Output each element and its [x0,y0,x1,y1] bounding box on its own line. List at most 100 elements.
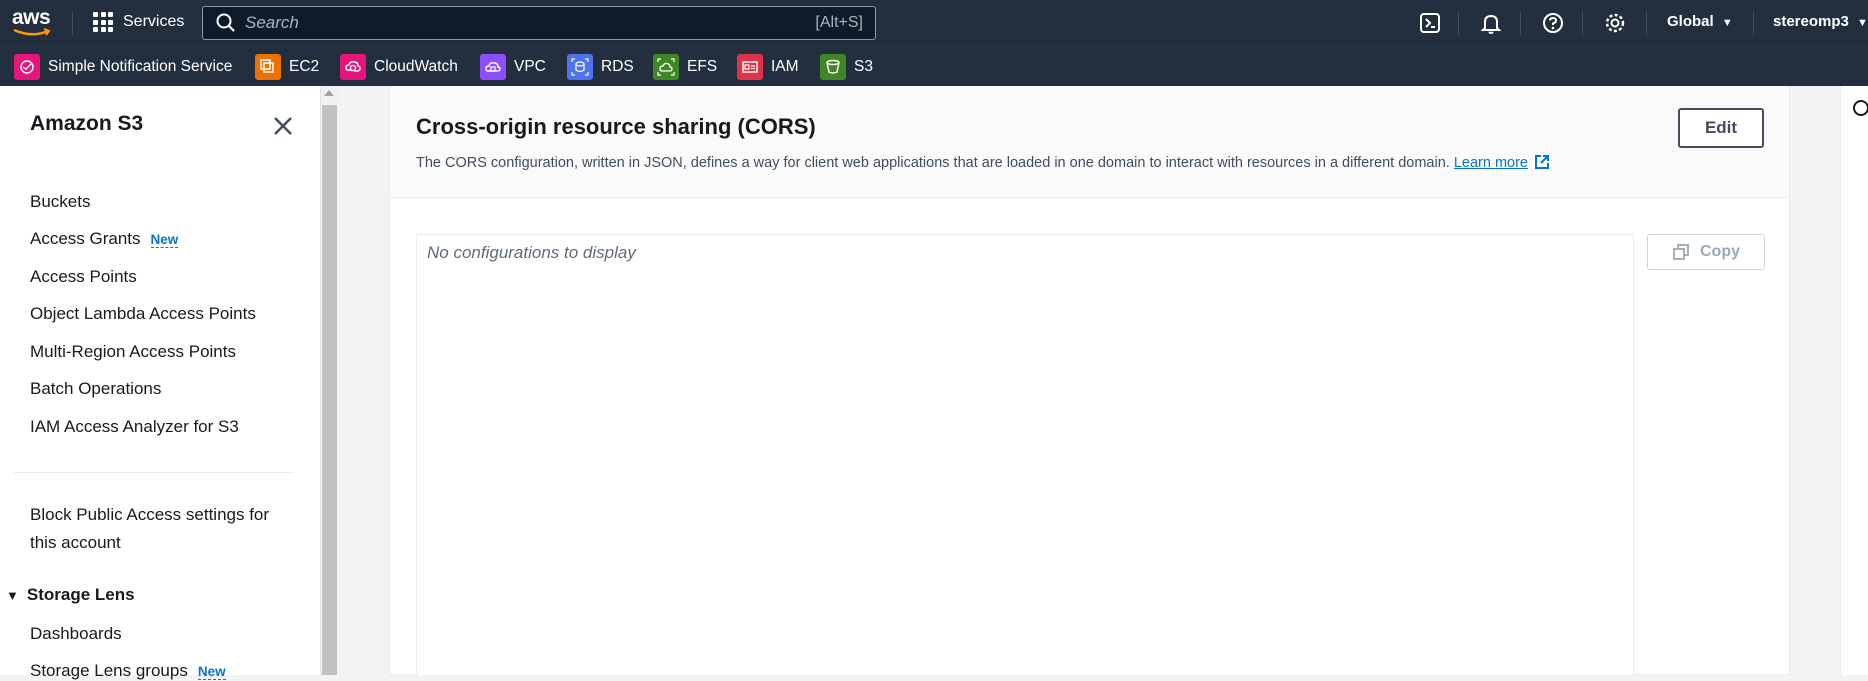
search-shortcut-hint: [Alt+S] [815,14,863,31]
cors-title: Cross-origin resource sharing (CORS) [416,114,816,139]
favorite-cloudwatch[interactable]: CloudWatch [340,54,458,80]
sidebar-item-label: Object Lambda Access Points [30,304,256,323]
notifications-icon[interactable] [1479,11,1503,35]
favorite-vpc[interactable]: VPC [480,54,546,80]
sidebar-title: Amazon S3 [30,112,144,135]
sidebar-item-label: Multi-Region Access Points [30,342,236,361]
sidebar-item-label: Storage Lens groups [30,661,188,680]
search-input[interactable] [245,13,785,33]
description-text: The CORS configuration, written in JSON,… [416,155,1450,171]
sidebar-item-multi-region-access-points[interactable]: Multi-Region Access Points [30,342,236,362]
caret-down-icon: ▼ [1721,17,1733,29]
sidebar-item-label: Batch Operations [30,379,162,398]
sidebar-item-iam-access-analyzer[interactable]: IAM Access Analyzer for S3 [30,417,239,437]
services-menu-button[interactable]: Services [93,12,184,32]
favorites-bar: Simple Notification Service EC2 CloudWat… [0,46,1868,86]
cloudwatch-icon [340,54,366,80]
top-navigation: aws Services [Alt+S] Global ▼ [0,0,1868,46]
cors-header: Cross-origin resource sharing (CORS) The… [390,86,1789,198]
rds-icon [567,54,593,80]
sidebar-item-label: Access Points [30,267,137,286]
favorite-label: Simple Notification Service [48,58,233,75]
aws-logo-text: aws [12,6,51,29]
iam-icon [737,54,763,80]
section-title: Storage Lens [26,585,135,604]
sidebar-item-dashboards[interactable]: Dashboards [30,624,122,644]
close-sidebar-button[interactable] [270,113,296,139]
scrollbar-thumb[interactable] [322,105,337,675]
favorite-label: CloudWatch [374,58,458,75]
vpc-icon [480,54,506,80]
learn-more-text: Learn more [1453,155,1528,171]
help-icon[interactable] [1541,11,1565,35]
sidebar-item-object-lambda-access-points[interactable]: Object Lambda Access Points [30,304,256,324]
sidebar-item-access-points[interactable]: Access Points [30,267,137,287]
services-label: Services [123,13,185,30]
nav-divider [1753,11,1754,35]
sidebar-item-label: Block Public Access settings for [30,505,270,524]
cors-container: Cross-origin resource sharing (CORS) The… [389,86,1790,675]
sidebar-item-access-grants[interactable]: Access Grants New [30,229,179,249]
new-badge: New [197,664,226,680]
copy-icon [1673,244,1689,260]
aws-smile-icon [13,28,51,36]
favorite-rds[interactable]: RDS [567,54,634,80]
settings-icon[interactable] [1603,11,1627,35]
favorite-label: S3 [854,58,873,75]
caret-down-icon: ▼ [1857,17,1868,29]
ec2-icon [255,54,281,80]
account-menu[interactable]: stereomp3 ▼ [1773,13,1868,30]
cors-configuration-viewer: No configurations to display [416,234,1634,675]
left-sidebar: Amazon S3 Buckets Access Grants New Acces… [0,86,320,680]
close-icon [274,117,292,135]
favorite-efs[interactable]: EFS [653,54,717,80]
account-label: stereomp3 [1773,13,1849,30]
favorite-label: VPC [514,58,546,75]
favorite-s3[interactable]: S3 [820,54,873,80]
services-grid-icon [93,12,113,32]
nav-divider [1646,11,1647,35]
sidebar-item-label: Dashboards [30,624,122,643]
sidebar-item-buckets[interactable]: Buckets [30,192,90,212]
storage-lens-section-toggle[interactable]: ▼ Storage Lens [6,585,135,605]
search-bar[interactable]: [Alt+S] [202,6,876,40]
efs-icon [653,54,679,80]
sidebar-item-label: Access Grants [30,229,141,248]
favorite-sns[interactable]: Simple Notification Service [14,54,232,80]
new-badge: New [150,232,179,248]
aws-logo[interactable]: aws [12,6,54,40]
cors-description: The CORS configuration, written in JSON,… [416,154,1550,171]
search-icon [216,13,235,32]
sidebar-item-label: IAM Access Analyzer for S3 [30,417,239,436]
empty-state-text: No configurations to display [427,243,636,262]
copy-label: Copy [1700,243,1740,260]
sidebar-item-batch-operations[interactable]: Batch Operations [30,379,161,399]
nav-divider [1582,11,1583,35]
sidebar-divider [14,472,294,473]
region-label: Global [1667,13,1714,30]
favorite-label: RDS [601,58,634,75]
external-link-icon [1535,155,1550,169]
nav-divider [1458,11,1459,35]
sidebar-item-block-public-access[interactable]: Block Public Access settings for this ac… [30,505,269,553]
favorite-label: EFS [687,58,718,75]
sidebar-item-storage-lens-groups[interactable]: Storage Lens groups New [30,661,226,681]
favorite-label: IAM [771,58,799,75]
region-selector[interactable]: Global ▼ [1667,13,1733,30]
edit-button[interactable]: Edit [1678,108,1764,148]
help-panel-edge [1840,86,1868,675]
favorite-iam[interactable]: IAM [737,54,799,80]
nav-divider [72,11,73,35]
scroll-up-arrow-icon[interactable] [324,90,334,96]
info-icon[interactable] [1853,100,1868,116]
favorite-label: EC2 [289,58,320,75]
sns-icon [14,54,40,80]
caret-down-icon: ▼ [6,587,19,603]
learn-more-link[interactable]: Learn more [1454,155,1528,171]
s3-bucket-icon [820,54,846,80]
sidebar-item-label: Buckets [30,192,91,211]
favorite-ec2[interactable]: EC2 [255,54,319,80]
nav-divider [1520,11,1521,35]
cloudshell-icon[interactable] [1418,11,1442,35]
copy-button[interactable]: Copy [1647,234,1765,270]
